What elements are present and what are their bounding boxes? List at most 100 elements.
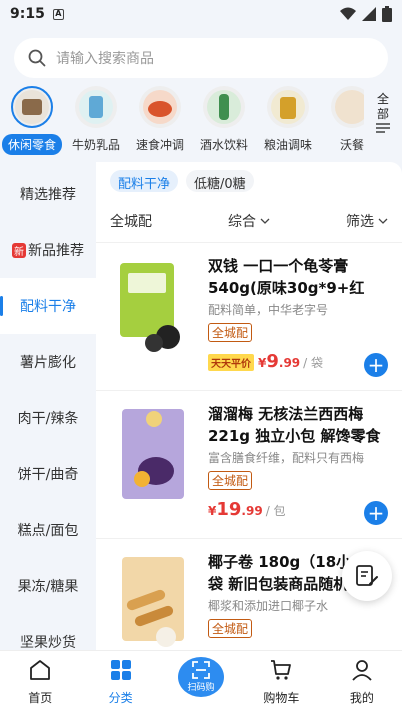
price-decimal: .99 <box>278 356 301 370</box>
category-grid-icon <box>108 657 134 683</box>
notification-icon: A <box>52 8 64 20</box>
delivery-badge: 全城配 <box>208 471 253 490</box>
product-name: 双钱 一口一个龟苓膏540g(原味30g*9+红豆… <box>208 257 365 297</box>
sidebar: 精选推荐 新新品推荐 配料干净 薯片膨化 肉干/辣条 饼干/曲奇 糕点/面包 果… <box>0 166 96 650</box>
scope-label: 全城配 <box>110 214 152 230</box>
list-icon <box>376 123 390 133</box>
category-dairy[interactable]: 牛奶乳品 <box>64 86 128 160</box>
status-bar: 9:15 A <box>0 0 402 28</box>
bottom-tab-bar: 首页 分类 扫码购 购物车 我的 <box>0 650 402 716</box>
day-price-badge: 天天平价 <box>208 354 254 371</box>
search-bar[interactable]: 请输入搜索商品 <box>14 38 388 78</box>
price-integer: 9 <box>266 351 279 372</box>
new-badge: 新 <box>12 242 26 258</box>
price-currency: ¥ <box>208 504 217 518</box>
wifi-icon <box>340 7 356 20</box>
tab-label: 购物车 <box>263 691 300 705</box>
add-to-cart-button[interactable]: + <box>364 501 388 525</box>
tab-label: 首页 <box>28 691 53 705</box>
tab-home[interactable]: 首页 <box>0 651 80 716</box>
sidebar-item-biscuits[interactable]: 饼干/曲奇 <box>0 446 96 502</box>
cart-icon <box>268 657 294 683</box>
product-name: 溜溜梅 无核法兰西西梅221g 独立小包 解馋零食 <box>208 405 381 445</box>
search-icon <box>28 49 46 67</box>
category-drinks[interactable]: 酒水饮料 <box>192 86 256 160</box>
scope-filter[interactable]: 全城配 <box>110 211 152 231</box>
sidebar-item-label: 薯片膨化 <box>20 355 76 371</box>
product-image <box>122 409 184 499</box>
sidebar-item-chips[interactable]: 薯片膨化 <box>0 334 96 390</box>
note-edit-icon <box>356 565 378 586</box>
status-icons <box>340 6 392 22</box>
sidebar-item-clean-ingredients[interactable]: 配料干净 <box>0 278 96 334</box>
category-label: 休闲零食 <box>1 134 62 155</box>
sort-label: 综合 <box>228 214 256 230</box>
sidebar-item-featured[interactable]: 精选推荐 <box>0 166 96 222</box>
sidebar-item-jerky[interactable]: 肉干/辣条 <box>0 390 96 446</box>
all-label-2: 部 <box>376 107 389 121</box>
sidebar-item-candy[interactable]: 果冻/糖果 <box>0 558 96 614</box>
tab-scan[interactable]: 扫码购 <box>161 651 241 716</box>
all-categories-button[interactable]: 全 部 <box>364 86 402 150</box>
delivery-badge: 全城配 <box>208 619 253 638</box>
category-image <box>139 86 181 128</box>
category-image <box>75 86 117 128</box>
price-unit: / 袋 <box>303 356 324 370</box>
sidebar-item-label: 坚果炒货 <box>20 635 76 650</box>
notes-float-button[interactable] <box>342 551 392 601</box>
sort-dropdown[interactable]: 综合 <box>228 211 270 231</box>
product-card[interactable]: 溜溜梅 无核法兰西西梅221g 独立小包 解馋零食 富含膳食纤维，配料只有西梅 … <box>96 391 402 539</box>
filter-label: 筛选 <box>346 214 374 230</box>
scan-icon <box>192 661 210 679</box>
price-decimal: .99 <box>241 504 263 518</box>
tab-label: 分类 <box>108 691 133 705</box>
status-time: 9:15 <box>10 6 45 22</box>
tag-clean-ingredients[interactable]: 配料干净 <box>110 170 179 192</box>
sidebar-item-nuts[interactable]: 坚果炒货 <box>0 614 96 650</box>
category-image <box>203 86 245 128</box>
product-desc: 配料简单，中华老字号 <box>208 303 329 317</box>
chevron-down-icon <box>260 218 270 224</box>
category-grain-oil[interactable]: 粮油调味 <box>256 86 320 160</box>
sidebar-item-label: 果冻/糖果 <box>17 579 79 595</box>
battery-icon <box>382 6 392 22</box>
product-image <box>120 263 180 352</box>
add-to-cart-button[interactable]: + <box>364 353 388 377</box>
category-instant[interactable]: 速食冲调 <box>128 86 192 160</box>
delivery-badge: 全城配 <box>208 323 253 342</box>
category-label: 速食冲调 <box>135 138 184 152</box>
tab-label: 扫码购 <box>187 683 215 693</box>
sidebar-item-label: 精选推荐 <box>20 187 76 203</box>
product-desc: 富含膳食纤维，配料只有西梅 <box>208 451 365 465</box>
search-placeholder: 请输入搜索商品 <box>56 51 154 67</box>
tab-cart[interactable]: 购物车 <box>241 651 321 716</box>
price: 天天平价 ¥ 9 .99 / 袋 <box>208 351 323 372</box>
category-image <box>267 86 309 128</box>
signal-icon <box>362 7 376 21</box>
tab-profile[interactable]: 我的 <box>322 651 402 716</box>
home-icon <box>27 657 53 683</box>
product-card[interactable]: 双钱 一口一个龟苓膏540g(原味30g*9+红豆… 配料简单，中华老字号 全城… <box>96 243 402 391</box>
sidebar-item-label: 饼干/曲奇 <box>17 467 79 483</box>
sidebar-item-label: 糕点/面包 <box>17 523 79 539</box>
all-label-1: 全 <box>376 92 389 106</box>
chevron-down-icon <box>378 218 388 224</box>
price-unit: / 包 <box>265 504 286 518</box>
filter-dropdown[interactable]: 筛选 <box>346 211 388 231</box>
scan-button: 扫码购 <box>178 657 225 697</box>
sidebar-item-pastry[interactable]: 糕点/面包 <box>0 502 96 558</box>
sort-bar: 全城配 综合 筛选 <box>96 200 402 242</box>
sidebar-item-new[interactable]: 新新品推荐 <box>0 222 96 278</box>
user-icon <box>349 657 375 683</box>
category-label: 酒水饮料 <box>199 138 248 152</box>
price-currency: ¥ <box>258 356 267 370</box>
product-image <box>122 557 184 647</box>
category-snacks[interactable]: 休闲零食 <box>0 86 64 160</box>
price: ¥ 19 .99 / 包 <box>208 499 286 520</box>
tab-category[interactable]: 分类 <box>80 651 160 716</box>
category-label: 牛奶乳品 <box>71 138 120 152</box>
tag-low-sugar[interactable]: 低糖/0糖 <box>186 170 254 192</box>
tab-label: 我的 <box>349 691 374 705</box>
category-label: 粮油调味 <box>263 138 312 152</box>
sidebar-item-label: 配料干净 <box>20 299 76 315</box>
